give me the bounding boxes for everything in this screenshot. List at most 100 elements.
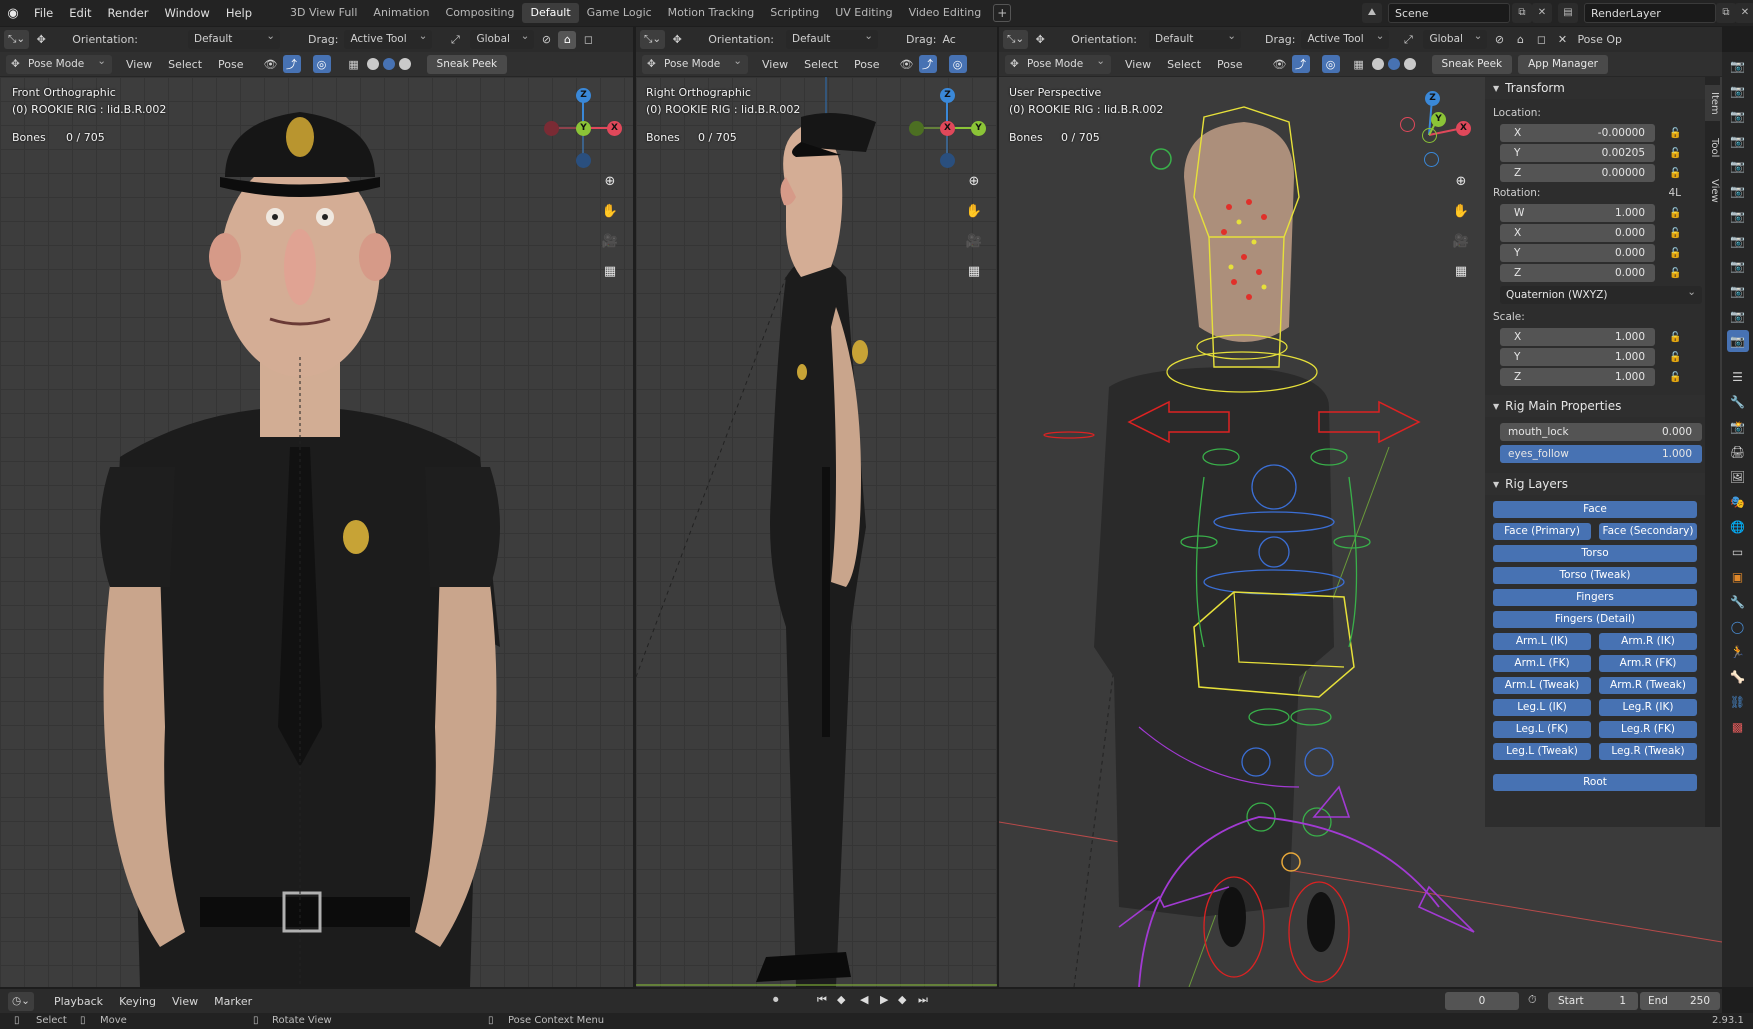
render-layer-toggle-icon[interactable]: 📷 (1727, 305, 1749, 327)
rotation-mode-dropdown[interactable]: Quaternion (WXYZ) ⌄ (1500, 286, 1702, 304)
mouth-lock-slider[interactable]: mouth_lock 0.000 (1500, 423, 1702, 441)
blender-logo-icon[interactable]: ◉ (0, 0, 26, 26)
editor-type-icon[interactable]: ◷⌄ (8, 991, 34, 1011)
gizmo-neg-y-icon[interactable] (909, 121, 924, 136)
prev-keyframe-icon[interactable]: ◆ (837, 993, 845, 1006)
current-frame-field[interactable]: 0 (1445, 992, 1519, 1010)
gizmo-neg-z-icon[interactable] (940, 153, 955, 168)
new-render-layer-icon[interactable]: ⧉ (1716, 3, 1736, 23)
add-workspace-button[interactable]: + (993, 4, 1012, 22)
stopwatch-icon[interactable]: ⏱ (1528, 993, 1537, 1007)
tab-scripting[interactable]: Scripting (762, 3, 827, 23)
scale-z-field[interactable]: Z 1.000 (1500, 368, 1655, 386)
render-layer-toggle-icon[interactable]: 📷 (1727, 80, 1749, 102)
layer-arm-l-tweak-button[interactable]: Arm.L (Tweak) (1493, 677, 1591, 694)
render-layer-icon[interactable]: ▤ (1558, 3, 1578, 23)
location-x-field[interactable]: X -0.00000 (1500, 124, 1655, 142)
layer-face-button[interactable]: Face (1493, 501, 1697, 518)
tab-uv-editing[interactable]: UV Editing (827, 3, 900, 23)
render-properties-icon[interactable]: 📸 (1727, 416, 1749, 438)
play-reverse-icon[interactable]: ◀ (860, 993, 868, 1006)
gizmo-neg-x-icon[interactable] (1400, 117, 1415, 132)
menu-keying[interactable]: Keying (111, 995, 164, 1008)
end-frame-field[interactable]: End 250 (1640, 992, 1720, 1010)
tab-default[interactable]: Default (522, 3, 579, 23)
eyes-follow-slider[interactable]: eyes_follow 1.000 (1500, 445, 1702, 463)
menu-playback[interactable]: Playback (46, 995, 111, 1008)
render-layer-toggle-icon[interactable]: 📷 (1727, 180, 1749, 202)
render-layer-toggle-icon[interactable]: 📷 (1727, 205, 1749, 227)
lock-icon[interactable]: 🔓 (1669, 248, 1681, 259)
gizmo-y-icon[interactable]: Y (1431, 112, 1446, 127)
modifier-properties-icon[interactable]: 🔧 (1727, 591, 1749, 613)
lock-icon[interactable]: 🔓 (1669, 128, 1681, 139)
scene-name-field[interactable]: Scene (1388, 3, 1510, 23)
gizmo-neg-x-icon[interactable] (544, 121, 559, 136)
lock-icon[interactable]: 🔓 (1669, 208, 1681, 219)
render-layer-toggle-icon[interactable]: 📷 (1727, 280, 1749, 302)
ortho-grid-icon[interactable]: ▦ (963, 261, 985, 283)
transform-panel-header[interactable]: ▼ Transform (1485, 77, 1705, 99)
new-scene-icon[interactable]: ⧉ (1512, 3, 1532, 23)
view-layer-properties-icon[interactable]: 🖼 (1727, 466, 1749, 488)
tab-tool[interactable]: Tool (1705, 131, 1720, 165)
scale-x-field[interactable]: X 1.000 (1500, 328, 1655, 346)
tab-video-editing[interactable]: Video Editing (901, 3, 990, 23)
world-properties-icon[interactable]: 🌐 (1727, 516, 1749, 538)
object-properties-icon[interactable]: ▣ (1727, 566, 1749, 588)
proportional-icon[interactable]: ◻ (1532, 31, 1550, 49)
bone-properties-icon[interactable]: 🦴 (1727, 666, 1749, 688)
pan-hand-icon[interactable]: ✋ (599, 201, 621, 223)
close-icon[interactable]: ✕ (1553, 31, 1571, 49)
gizmo-neg-y-icon[interactable] (1422, 128, 1437, 143)
layer-arm-r-fk-button[interactable]: Arm.R (FK) (1599, 655, 1697, 672)
delete-render-layer-icon[interactable]: ✕ (1735, 3, 1753, 23)
menu-help[interactable]: Help (218, 0, 260, 26)
next-keyframe-icon[interactable]: ◆ (898, 993, 906, 1006)
layer-leg-r-ik-button[interactable]: Leg.R (IK) (1599, 699, 1697, 716)
render-layer-toggle-icon[interactable]: 📷 (1727, 130, 1749, 152)
tab-motion-tracking[interactable]: Motion Tracking (660, 3, 763, 23)
render-layer-toggle-icon[interactable]: 📷 (1727, 155, 1749, 177)
layer-arm-l-fk-button[interactable]: Arm.L (FK) (1493, 655, 1591, 672)
lock-icon[interactable]: 🔓 (1669, 332, 1681, 343)
snap-icon[interactable]: ⌂ (1511, 31, 1529, 49)
zoom-icon[interactable]: ⊕ (963, 171, 985, 193)
properties-menu-icon[interactable]: ☰ (1727, 366, 1749, 388)
layer-arm-r-tweak-button[interactable]: Arm.R (Tweak) (1599, 677, 1697, 694)
tab-compositing[interactable]: Compositing (438, 3, 523, 23)
menu-marker[interactable]: Marker (206, 995, 260, 1008)
lock-icon[interactable]: 🔓 (1669, 168, 1681, 179)
start-frame-field[interactable]: Start 1 (1548, 992, 1638, 1010)
camera-view-icon[interactable]: 🎥 (599, 231, 621, 253)
layer-leg-l-ik-button[interactable]: Leg.L (IK) (1493, 699, 1591, 716)
gizmo-z-icon[interactable]: Z (1425, 91, 1440, 106)
tab-game-logic[interactable]: Game Logic (579, 3, 660, 23)
layer-face-primary-button[interactable]: Face (Primary) (1493, 523, 1591, 540)
layer-root-button[interactable]: Root (1493, 774, 1697, 791)
layer-arm-r-ik-button[interactable]: Arm.R (IK) (1599, 633, 1697, 650)
tab-animation[interactable]: Animation (365, 3, 437, 23)
collection-properties-icon[interactable]: ▭ (1727, 541, 1749, 563)
render-layer-toggle-icon[interactable]: 📷 (1727, 230, 1749, 252)
camera-view-icon[interactable]: 🎥 (1450, 231, 1472, 253)
delete-scene-icon[interactable]: ✕ (1532, 3, 1552, 23)
rotation-y-field[interactable]: Y 0.000 (1500, 244, 1655, 262)
layer-leg-r-fk-button[interactable]: Leg.R (FK) (1599, 721, 1697, 738)
pan-hand-icon[interactable]: ✋ (1450, 201, 1472, 223)
menu-file[interactable]: File (26, 0, 61, 26)
pan-hand-icon[interactable]: ✋ (963, 201, 985, 223)
app-manager-button[interactable]: App Manager (1518, 54, 1609, 74)
gizmo-y-icon[interactable]: Y (971, 121, 986, 136)
location-z-field[interactable]: Z 0.00000 (1500, 164, 1655, 182)
camera-view-icon[interactable]: 🎥 (963, 231, 985, 253)
render-layer-toggle-icon[interactable]: 📷 (1727, 255, 1749, 277)
menu-view[interactable]: View (164, 995, 206, 1008)
zoom-icon[interactable]: ⊕ (599, 171, 621, 193)
active-layer-icon[interactable]: 📷 (1726, 330, 1749, 352)
tool-properties-icon[interactable]: 🔧 (1727, 391, 1749, 413)
rotation-z-field[interactable]: Z 0.000 (1500, 264, 1655, 282)
render-layer-toggle-icon[interactable]: 📷 (1727, 55, 1749, 77)
lock-icon[interactable]: 🔓 (1669, 228, 1681, 239)
perspective-toggle-icon[interactable]: ▦ (1450, 261, 1472, 283)
